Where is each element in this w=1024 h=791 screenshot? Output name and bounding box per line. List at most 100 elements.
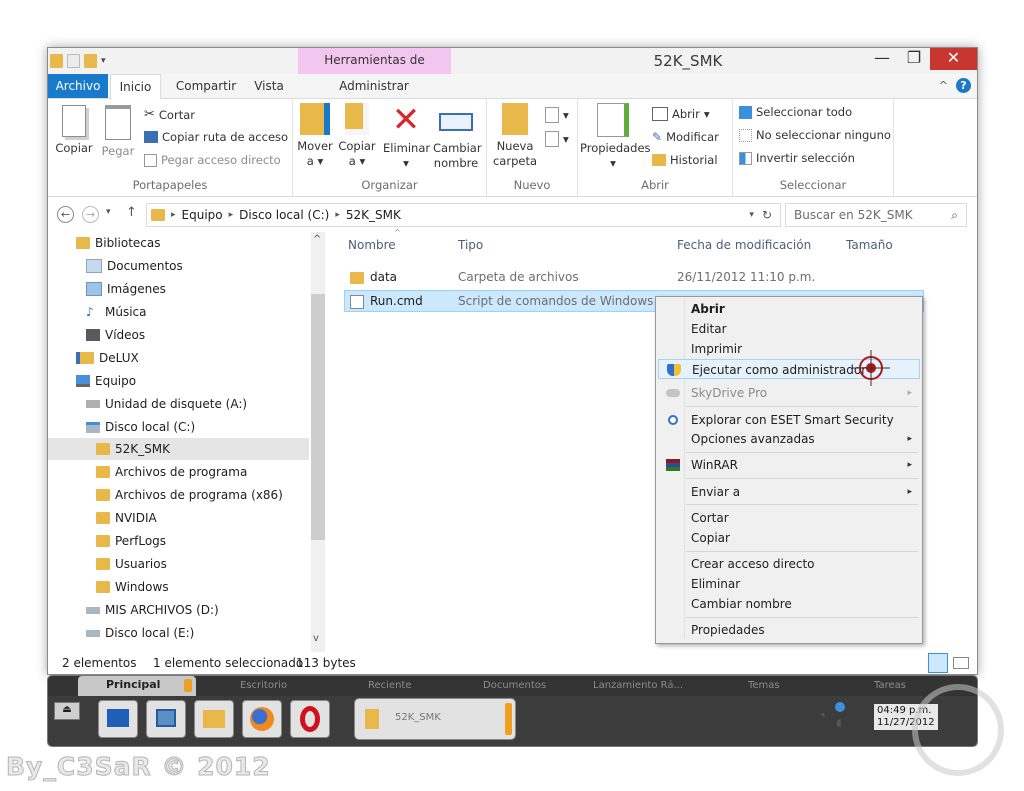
scroll-down-icon[interactable]: v xyxy=(313,633,319,644)
tree-item-disco-e[interactable]: Disco local (E:) xyxy=(86,622,194,644)
taskbar-tab-lanzamiento[interactable]: Lanzamiento Rá... xyxy=(593,680,683,691)
column-header-fecha[interactable]: Fecha de modificación xyxy=(677,238,811,252)
cut-button[interactable]: ✂ Cortar xyxy=(144,107,195,122)
tree-item-usuarios[interactable]: Usuarios xyxy=(96,553,167,575)
tree-item-videos[interactable]: Vídeos xyxy=(86,324,145,346)
column-header-tamano[interactable]: Tamaño xyxy=(846,238,893,252)
easy-access-button[interactable]: ▾ xyxy=(545,131,569,147)
scroll-up-icon[interactable]: ^ xyxy=(313,234,321,245)
menu-item-eset[interactable]: Explorar con ESET Smart Security xyxy=(658,410,920,430)
details-view-icon[interactable] xyxy=(928,653,948,673)
search-box[interactable]: Buscar en 52K_SMK ⌕ xyxy=(785,203,967,227)
breadcrumb-equipo[interactable]: Equipo xyxy=(182,208,223,222)
menu-item-cambiar-nombre[interactable]: Cambiar nombre xyxy=(658,594,920,614)
tree-item-nvidia[interactable]: NVIDIA xyxy=(96,507,157,529)
menu-item-propiedades[interactable]: Propiedades xyxy=(658,620,920,640)
address-dropdown-icon[interactable]: ▾ xyxy=(749,210,754,220)
forward-button[interactable]: → xyxy=(82,206,99,223)
menu-item-winrar[interactable]: WinRAR ▸ xyxy=(658,455,920,475)
file-row[interactable]: data Carpeta de archivos 26/11/2012 11:1… xyxy=(344,267,924,289)
nav-scrollbar-thumb[interactable] xyxy=(311,294,325,540)
properties-button[interactable]: Propiedades ▾ xyxy=(580,103,651,171)
tree-item-delux[interactable]: DeLUX xyxy=(76,347,139,369)
delete-button[interactable]: ✕ Eliminar ▾ xyxy=(383,103,430,171)
folder-icon[interactable] xyxy=(50,54,63,68)
tree-item-documentos[interactable]: Documentos xyxy=(86,255,183,277)
collapse-ribbon-icon[interactable]: ^ xyxy=(939,79,948,92)
tree-item-archivos-programa-x86[interactable]: Archivos de programa (x86) xyxy=(96,484,283,506)
paste-button[interactable]: Pegar xyxy=(98,105,138,159)
menu-item-skydrive[interactable]: SkyDrive Pro ▸ xyxy=(658,383,920,403)
tab-compartir[interactable]: Compartir xyxy=(164,74,248,98)
open-button[interactable]: Abrir ▾ xyxy=(652,107,710,121)
taskbar-task-52k-smk[interactable]: 52K_SMK xyxy=(354,698,516,740)
tree-item-windows[interactable]: Windows xyxy=(96,576,169,598)
copy-button[interactable]: Copiar xyxy=(54,105,94,156)
breadcrumb-52k-smk[interactable]: 52K_SMK xyxy=(346,208,401,222)
menu-item-copiar[interactable]: Copiar xyxy=(658,528,920,548)
up-button[interactable]: ↑ xyxy=(126,205,137,220)
help-icon[interactable]: ? xyxy=(956,78,971,93)
refresh-icon[interactable]: ↻ xyxy=(762,208,772,222)
taskbar-desktop-button[interactable] xyxy=(98,700,138,738)
edit-button[interactable]: ✎ Modificar xyxy=(652,130,719,144)
menu-item-abrir[interactable]: Abrir xyxy=(658,299,920,319)
tree-item-52k-smk[interactable]: 52K_SMK xyxy=(48,438,309,460)
network-icon[interactable] xyxy=(835,702,845,712)
back-button[interactable]: ← xyxy=(57,206,74,223)
tree-item-floppy[interactable]: Unidad de disquete (A:) xyxy=(86,393,247,415)
new-folder-button[interactable]: Nueva carpeta xyxy=(491,103,539,169)
taskbar-folder-button[interactable] xyxy=(194,700,234,738)
taskbar-firefox-button[interactable] xyxy=(242,700,282,738)
menu-item-enviar[interactable]: Enviar a ▸ xyxy=(658,482,920,502)
eject-icon[interactable]: ⏏ xyxy=(54,702,80,720)
tree-item-bibliotecas[interactable]: Bibliotecas xyxy=(76,232,160,254)
new-folder-icon[interactable] xyxy=(84,54,97,68)
tree-item-perflogs[interactable]: PerfLogs xyxy=(96,530,166,552)
customize-qat-icon[interactable]: ▾ xyxy=(101,56,106,66)
search-input[interactable]: Buscar en 52K_SMK xyxy=(794,208,913,222)
move-to-button[interactable]: Mover a ▾ xyxy=(295,103,335,169)
column-header-nombre[interactable]: Nombre xyxy=(348,238,396,252)
tab-archivo[interactable]: Archivo xyxy=(48,74,108,98)
history-button[interactable]: Historial xyxy=(652,153,718,167)
address-bar[interactable]: ▸ Equipo ▸ Disco local (C:) ▸ 52K_SMK ▾ … xyxy=(146,203,781,227)
taskbar-explorer-button[interactable] xyxy=(146,700,186,738)
breadcrumb-disco-c[interactable]: Disco local (C:) xyxy=(239,208,329,222)
taskbar-tab-temas[interactable]: Temas xyxy=(748,680,780,691)
tree-item-mis-archivos-d[interactable]: MIS ARCHIVOS (D:) xyxy=(86,599,219,621)
select-all-button[interactable]: Seleccionar todo xyxy=(739,105,852,119)
taskbar-tab-reciente[interactable]: Reciente xyxy=(368,680,412,691)
column-header-tipo[interactable]: Tipo xyxy=(458,238,483,252)
select-none-button[interactable]: No seleccionar ninguno xyxy=(739,128,891,142)
tree-item-imagenes[interactable]: Imágenes xyxy=(86,278,166,300)
taskbar-tab-tareas[interactable]: Tareas xyxy=(874,680,906,691)
tab-inicio[interactable]: Inicio xyxy=(110,74,161,100)
minimize-button[interactable]: — xyxy=(866,48,898,70)
invert-selection-button[interactable]: Invertir selección xyxy=(739,151,855,165)
new-item-button[interactable]: ▾ xyxy=(545,107,569,123)
tree-item-musica[interactable]: ♪ Música xyxy=(86,301,147,323)
menu-item-crear-acceso[interactable]: Crear acceso directo xyxy=(658,554,920,574)
menu-item-opciones[interactable]: Opciones avanzadas ▸ xyxy=(658,429,920,449)
taskbar-tab-principal[interactable]: Principal xyxy=(78,676,196,696)
paste-shortcut-button[interactable]: Pegar acceso directo xyxy=(144,153,281,167)
tree-item-archivos-programa[interactable]: Archivos de programa xyxy=(96,461,247,483)
rename-button[interactable]: Cambiar nombre xyxy=(433,103,482,171)
tree-item-disco-c[interactable]: Disco local (C:) xyxy=(86,416,195,438)
taskbar-opera-button[interactable] xyxy=(290,700,330,738)
volume-icon[interactable]: ◖ xyxy=(836,716,842,729)
maximize-button[interactable]: ❐ xyxy=(898,48,930,70)
copy-path-button[interactable]: Copiar ruta de acceso xyxy=(144,130,288,144)
tray-expand-icon[interactable]: ◂ xyxy=(820,710,825,720)
taskbar-tab-escritorio[interactable]: Escritorio xyxy=(240,680,287,691)
copy-to-button[interactable]: Copiar a ▾ xyxy=(337,103,377,169)
menu-item-editar[interactable]: Editar xyxy=(658,319,920,339)
search-icon[interactable]: ⌕ xyxy=(951,208,958,223)
menu-item-cortar[interactable]: Cortar xyxy=(658,508,920,528)
tree-item-equipo[interactable]: Equipo xyxy=(76,370,136,392)
tab-vista[interactable]: Vista xyxy=(248,74,290,98)
properties-icon[interactable] xyxy=(67,54,80,68)
taskbar-tab-documentos[interactable]: Documentos xyxy=(483,680,546,691)
close-button[interactable]: ✕ xyxy=(930,48,977,70)
